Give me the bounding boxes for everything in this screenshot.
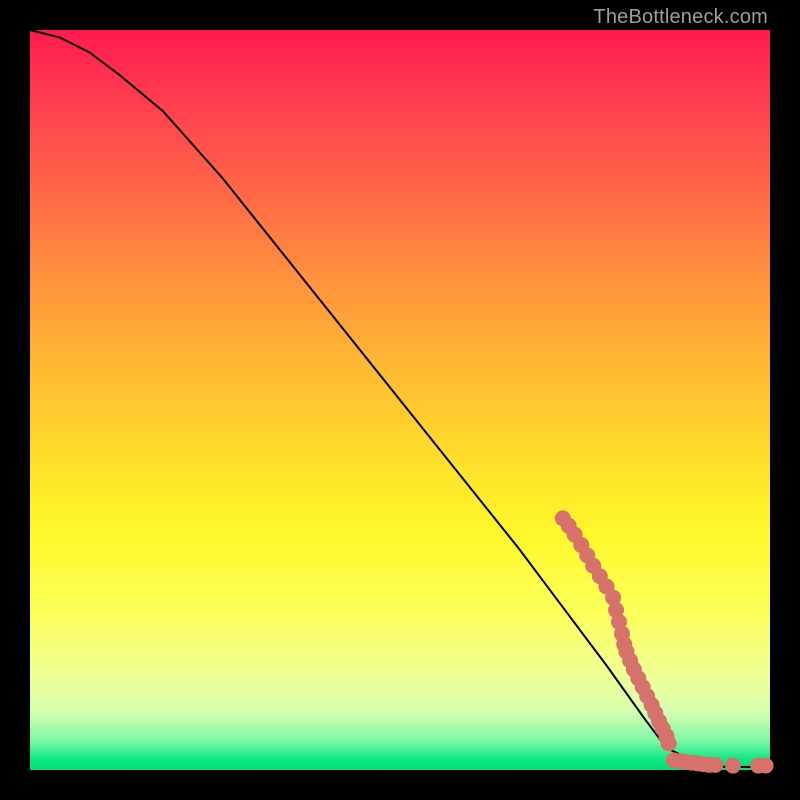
marker-dot	[707, 757, 723, 773]
chart-overlay	[30, 30, 770, 770]
curve-line	[30, 30, 770, 767]
marker-dot	[725, 758, 741, 774]
attribution-label: TheBottleneck.com	[593, 6, 768, 29]
scatter-markers	[555, 510, 774, 773]
chart-frame: TheBottleneck.com	[0, 0, 800, 800]
marker-dot	[758, 758, 774, 774]
marker-dot	[661, 735, 677, 751]
